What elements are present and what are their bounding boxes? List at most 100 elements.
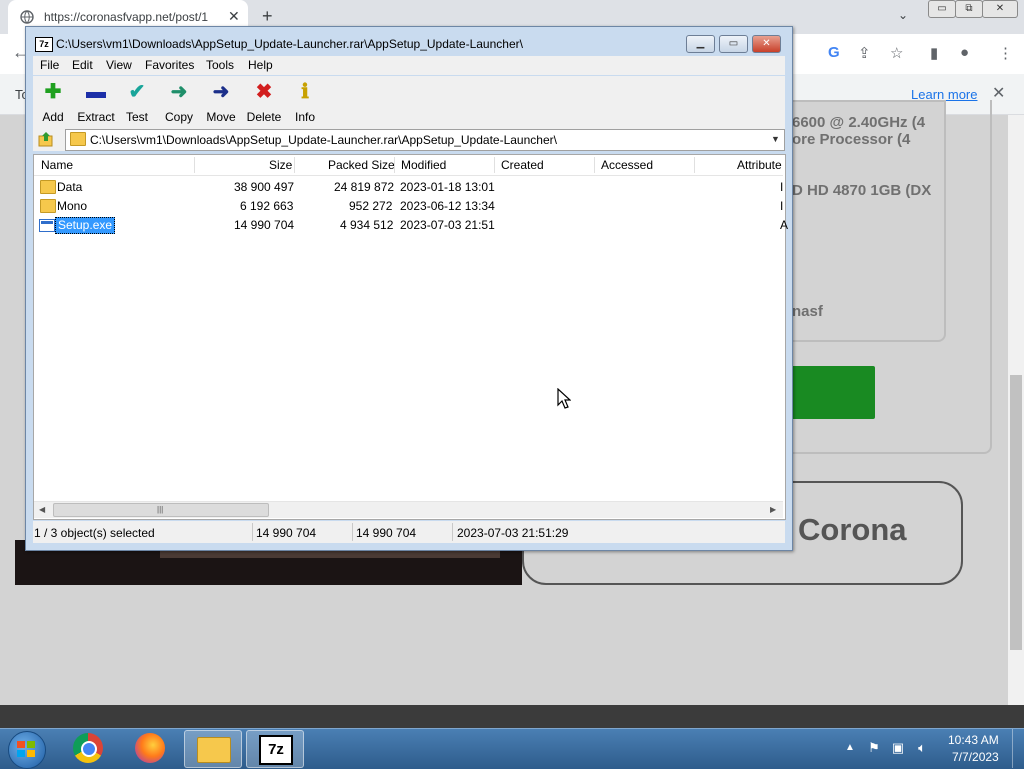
column-divider[interactable] [194,157,195,173]
status-divider [252,523,253,541]
7zip-window-title: C:\Users\vm1\Downloads\AppSetup_Update-L… [56,37,523,51]
new-tab-button[interactable]: + [262,6,273,27]
scroll-left-arrow-icon[interactable]: ◀ [39,505,45,514]
info-close-icon[interactable]: ✕ [992,83,1005,103]
spec-line-cpu-2: ore Processor (4 [792,131,911,148]
page-bottom-band [0,705,1024,728]
row-modified: 2023-01-18 13:01 [400,180,495,194]
column-name[interactable]: Name [41,158,73,172]
menu-dots-icon[interactable]: ⋮ [998,44,1013,62]
close-button[interactable]: ✕ [982,0,1018,18]
corona-label: Corona [798,512,907,547]
column-attributes[interactable]: Attribute [737,158,782,172]
column-created[interactable]: Created [501,158,544,172]
folder-icon [197,737,231,763]
copy-icon: ➜ [170,81,188,103]
7zip-logo-icon: 7z [35,37,53,52]
status-packed: 14 990 704 [356,526,417,540]
address-folder-icon [70,132,86,146]
status-divider [352,523,353,541]
google-icon[interactable]: G [828,44,840,61]
profile-avatar-icon[interactable]: ● [960,44,969,61]
row-modified: 2023-06-12 13:34 [400,199,495,213]
scroll-thumb-grip: ||| [157,505,164,514]
add-button[interactable]: ✚ Add [31,80,75,124]
delete-label: Delete [246,110,282,124]
menu-tools[interactable]: Tools [206,58,234,72]
7zip-maximize-button[interactable]: ▭ [719,35,748,53]
column-divider[interactable] [294,157,295,173]
7zip-close-button[interactable]: ✕ [752,35,781,53]
row-name-selected[interactable]: Setup.exe [55,217,116,234]
tab-search-icon[interactable]: ⌄ [898,8,908,22]
side-panel-icon[interactable]: ▮ [930,44,938,62]
network-icon[interactable]: ▣ [890,740,906,756]
extract-button[interactable]: ▬ Extract [74,80,118,124]
status-size: 14 990 704 [256,526,317,540]
menu-favorites[interactable]: Favorites [145,58,194,72]
row-attributes: A [780,218,789,232]
column-packed-size[interactable]: Packed Size [328,158,395,172]
column-accessed[interactable]: Accessed [601,158,653,172]
test-icon: ✔ [128,81,146,103]
column-modified[interactable]: Modified [401,158,446,172]
action-center-icon[interactable]: ⚑ [866,740,882,756]
address-path[interactable]: C:\Users\vm1\Downloads\AppSetup_Update-L… [90,133,557,147]
row-packed: 24 819 872 [334,180,395,194]
row-packed: 952 272 [349,199,393,213]
download-button[interactable] [780,366,875,419]
clock-date[interactable]: 7/7/2023 [952,750,999,764]
delete-button[interactable]: ✖ Delete [242,80,286,124]
column-divider[interactable] [394,157,395,173]
scroll-right-arrow-icon[interactable]: ▶ [770,505,776,514]
row-attributes: I [780,180,784,194]
status-divider [452,523,453,541]
move-button[interactable]: ➜ Move [199,80,243,124]
share-icon[interactable]: ⇪ [858,44,871,62]
chrome-icon [73,733,103,763]
row-name[interactable]: Data [57,180,82,194]
spec-line-gpu: D HD 4870 1GB (DX [792,182,932,199]
column-size[interactable]: Size [269,158,292,172]
copy-button[interactable]: ➜ Copy [157,80,201,124]
bookmark-star-icon[interactable]: ☆ [890,44,903,62]
tab-title: https://coronasfvapp.net/post/1 [44,10,209,24]
minimize-button[interactable]: ▭ [928,0,956,18]
row-attributes: I [780,199,784,213]
exe-file-icon [39,219,55,232]
menu-file[interactable]: File [40,58,59,72]
move-label: Move [206,110,236,124]
extract-label: Extract [77,110,115,124]
restore-button[interactable]: ⧉ [955,0,983,18]
folder-icon [40,180,56,194]
spec-line-extra: nasf [792,303,823,320]
tray-expand-icon[interactable]: ▲ [845,742,855,753]
menu-view[interactable]: View [106,58,132,72]
folder-up-icon[interactable] [38,131,54,147]
status-modified: 2023-07-03 21:51:29 [457,526,569,540]
menu-edit[interactable]: Edit [72,58,93,72]
info-button[interactable]: ℹ Info [283,80,327,124]
7zip-minimize-button[interactable]: ▁ [686,35,715,53]
row-name[interactable]: Mono [57,199,87,213]
show-desktop-button[interactable] [1012,729,1024,768]
column-divider[interactable] [694,157,695,173]
row-modified: 2023-07-03 21:51 [400,218,495,232]
firefox-icon [135,733,165,763]
info-label: Info [294,110,315,124]
volume-icon[interactable]: 🔈︎ [914,740,930,756]
test-label: Test [125,110,148,124]
column-divider[interactable] [594,157,595,173]
column-divider[interactable] [494,157,495,173]
globe-icon [20,10,34,24]
page-scroll-thumb[interactable] [1010,375,1022,650]
7zip-icon: 7z [259,735,293,765]
add-label: Add [42,110,64,124]
tab-close-icon[interactable]: ✕ [228,8,240,25]
row-packed: 4 934 512 [340,218,394,232]
clock-time[interactable]: 10:43 AM [948,733,999,747]
test-button[interactable]: ✔ Test [115,80,159,124]
menu-help[interactable]: Help [248,58,273,72]
row-size: 38 900 497 [234,180,295,194]
address-dropdown-icon[interactable]: ▼ [771,134,780,144]
